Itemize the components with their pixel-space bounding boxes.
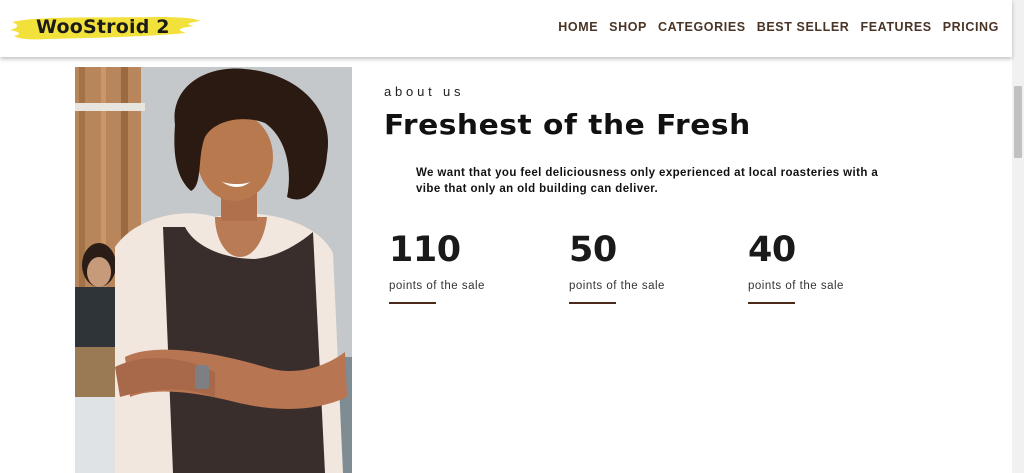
stat-number: 40 (748, 230, 796, 270)
stat-item: 110 points of the sale (389, 230, 539, 304)
nav-shop[interactable]: SHOP (609, 20, 647, 34)
stat-underline (748, 302, 795, 304)
stat-number: 110 (389, 230, 461, 270)
nav-home[interactable]: HOME (558, 20, 598, 34)
stat-number: 50 (569, 230, 617, 270)
nav-categories[interactable]: CATEGORIES (658, 20, 746, 34)
scrollbar-thumb[interactable] (1014, 86, 1022, 158)
stat-label: points of the sale (389, 280, 485, 292)
logo-text: WooStroid 2 (36, 16, 170, 38)
site-logo[interactable]: WooStroid 2 (8, 12, 202, 44)
scrollbar-track[interactable] (1012, 0, 1024, 473)
stat-item: 40 points of the sale (748, 230, 898, 304)
section-heading: Freshest of the Fresh (384, 108, 751, 141)
stat-underline (389, 302, 436, 304)
main-nav: HOME SHOP CATEGORIES BEST SELLER FEATURE… (558, 20, 999, 34)
nav-features[interactable]: FEATURES (860, 20, 931, 34)
stat-label: points of the sale (748, 280, 844, 292)
about-label: about us (384, 84, 465, 99)
stat-item: 50 points of the sale (569, 230, 719, 304)
nav-pricing[interactable]: PRICING (943, 20, 999, 34)
site-header: WooStroid 2 HOME SHOP CATEGORIES BEST SE… (0, 0, 1012, 57)
barista-photo (75, 67, 352, 473)
stat-label: points of the sale (569, 280, 665, 292)
nav-best-seller[interactable]: BEST SELLER (757, 20, 850, 34)
stat-underline (569, 302, 616, 304)
about-description: We want that you feel deliciousness only… (416, 167, 879, 195)
